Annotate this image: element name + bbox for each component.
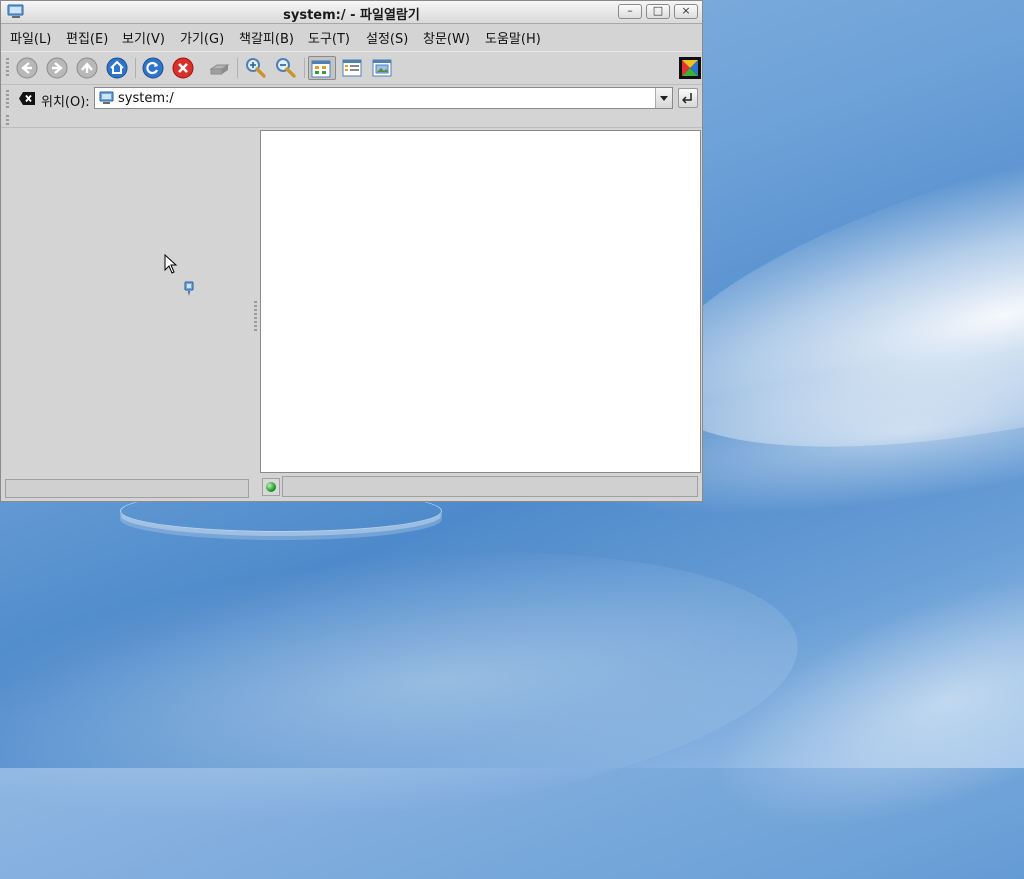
reload-button[interactable] xyxy=(141,56,165,80)
menu-bar: 파일(L) 편집(E) 보기(V) 가기(G) 책갈피(B) 도구(T) 설정(… xyxy=(1,24,702,48)
go-button[interactable] xyxy=(678,88,698,108)
toolbar-grip[interactable] xyxy=(6,90,9,108)
minimize-button[interactable]: – xyxy=(618,4,642,19)
busy-cursor-icon xyxy=(184,281,194,296)
toolbar-grip[interactable] xyxy=(6,115,9,125)
menu-go[interactable]: 가기(G) xyxy=(180,28,224,47)
home-button[interactable] xyxy=(105,56,129,80)
chevron-down-icon xyxy=(660,96,668,101)
forward-icon xyxy=(46,57,68,79)
reload-icon xyxy=(142,57,164,79)
back-icon xyxy=(16,57,38,79)
navigation-panel[interactable] xyxy=(4,130,254,500)
print-button[interactable] xyxy=(207,56,231,80)
status-text xyxy=(282,476,698,497)
location-input[interactable]: system:/ xyxy=(118,91,174,106)
icon-view-icon xyxy=(311,60,331,78)
panel-splitter-handle[interactable] xyxy=(254,301,257,331)
main-toolbar xyxy=(1,51,702,85)
detail-view-button[interactable] xyxy=(340,56,364,80)
zoom-out-icon xyxy=(276,58,296,78)
detail-view-icon xyxy=(342,59,362,77)
clear-location-icon[interactable] xyxy=(18,91,36,106)
icon-view-button[interactable] xyxy=(308,56,336,80)
location-toolbar: 위치(O): system:/ xyxy=(1,85,702,113)
toolbar-separator xyxy=(304,58,305,78)
stop-button[interactable] xyxy=(171,56,195,80)
up-icon xyxy=(76,57,98,79)
forward-button[interactable] xyxy=(45,56,69,80)
back-button[interactable] xyxy=(15,56,39,80)
computer-icon xyxy=(99,91,114,104)
menu-bookmarks[interactable]: 책갈피(B) xyxy=(239,28,294,47)
file-manager-window: system:/ - 파일열람기 – □ × 파일(L) 편집(E) 보기(V)… xyxy=(0,0,703,502)
menu-edit[interactable]: 편집(E) xyxy=(66,28,108,47)
mouse-cursor-icon xyxy=(164,254,178,274)
up-button[interactable] xyxy=(75,56,99,80)
preview-view-button[interactable] xyxy=(370,56,394,80)
location-combo[interactable]: system:/ xyxy=(94,87,673,109)
toolbar-separator xyxy=(135,58,136,78)
title-bar[interactable]: system:/ - 파일열람기 – □ × xyxy=(1,1,702,24)
menu-settings[interactable]: 설정(S) xyxy=(366,28,408,47)
toolbar-grip[interactable] xyxy=(6,58,9,78)
status-bar xyxy=(260,475,701,499)
extra-toolbar xyxy=(1,113,702,128)
zoom-in-button[interactable] xyxy=(244,56,268,80)
stop-icon xyxy=(172,57,194,79)
zoom-out-button[interactable] xyxy=(274,56,298,80)
desktop-wave xyxy=(680,520,1024,879)
preview-view-icon xyxy=(372,59,392,77)
desktop-wave xyxy=(0,513,812,867)
connection-led-icon[interactable] xyxy=(262,478,280,496)
home-icon xyxy=(106,57,128,79)
throbber-logo[interactable] xyxy=(678,56,702,80)
maximize-button[interactable]: □ xyxy=(646,4,670,19)
location-label: 위치(O): xyxy=(41,95,90,110)
menu-file[interactable]: 파일(L) xyxy=(10,28,51,47)
menu-help[interactable]: 도움말(H) xyxy=(485,28,541,47)
window-title: system:/ - 파일열람기 xyxy=(283,8,420,23)
toolbar-separator xyxy=(237,58,238,78)
sidebar-status-bar xyxy=(5,479,249,498)
location-dropdown-button[interactable] xyxy=(655,88,672,108)
close-button[interactable]: × xyxy=(674,4,698,19)
zoom-in-icon xyxy=(246,58,266,78)
print-icon xyxy=(209,64,230,75)
menu-view[interactable]: 보기(V) xyxy=(122,28,165,47)
menu-tools[interactable]: 도구(T) xyxy=(308,28,350,47)
throbber-logo-icon xyxy=(679,57,701,79)
menu-window[interactable]: 창문(W) xyxy=(423,28,470,47)
file-view-area[interactable] xyxy=(260,130,701,473)
enter-icon xyxy=(682,93,692,104)
